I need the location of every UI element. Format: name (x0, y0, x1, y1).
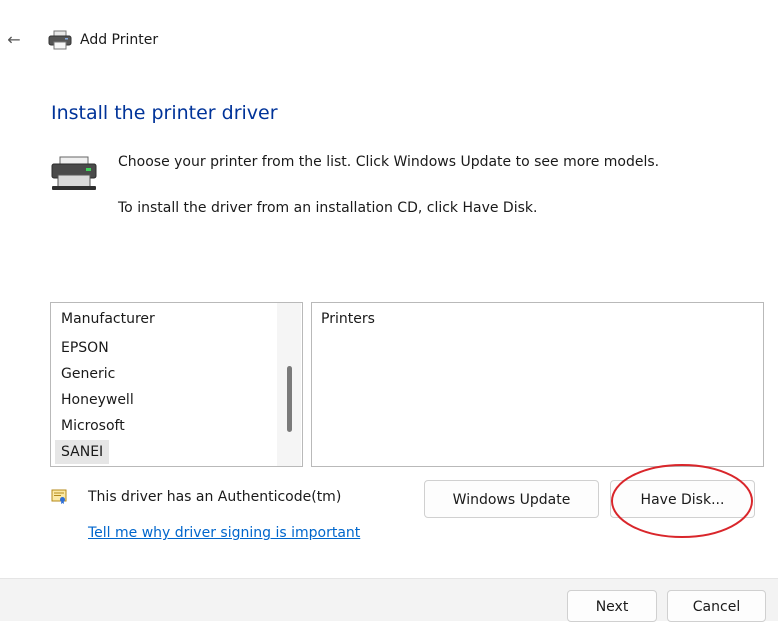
footer-bar (0, 578, 778, 621)
scrollbar[interactable] (277, 303, 301, 466)
cancel-button[interactable]: Cancel (667, 590, 766, 622)
arrow-left-icon: ← (7, 30, 21, 49)
windows-update-button[interactable]: Windows Update (424, 480, 599, 518)
page-heading: Install the printer driver (51, 102, 278, 124)
manufacturer-list[interactable]: Manufacturer EPSON Generic Honeywell Mic… (50, 302, 303, 467)
list-item[interactable]: Generic (61, 362, 115, 386)
scrollbar-thumb[interactable] (287, 366, 292, 432)
authenticode-status: This driver has an Authenticode(tm) (88, 489, 342, 505)
printer-icon (48, 30, 72, 50)
next-button[interactable]: Next (567, 590, 657, 622)
printers-list[interactable]: Printers (311, 302, 764, 467)
list-item-selected[interactable]: SANEI (55, 440, 110, 464)
driver-signing-link[interactable]: Tell me why driver signing is important (88, 525, 360, 541)
list-item[interactable]: Microsoft (61, 414, 125, 438)
window-title: Add Printer (80, 32, 159, 48)
certificate-icon (51, 489, 67, 504)
have-disk-button[interactable]: Have Disk... (610, 480, 755, 518)
printer-icon (51, 156, 97, 190)
printers-column-header: Printers (321, 311, 375, 327)
list-item[interactable]: Honeywell (61, 388, 134, 412)
list-item[interactable]: EPSON (61, 336, 109, 360)
instructions-text: Choose your printer from the list. Click… (118, 154, 660, 170)
back-button[interactable]: ← (4, 29, 24, 51)
manufacturer-column-header: Manufacturer (61, 311, 155, 327)
instructions-cd-text: To install the driver from an installati… (118, 200, 538, 216)
